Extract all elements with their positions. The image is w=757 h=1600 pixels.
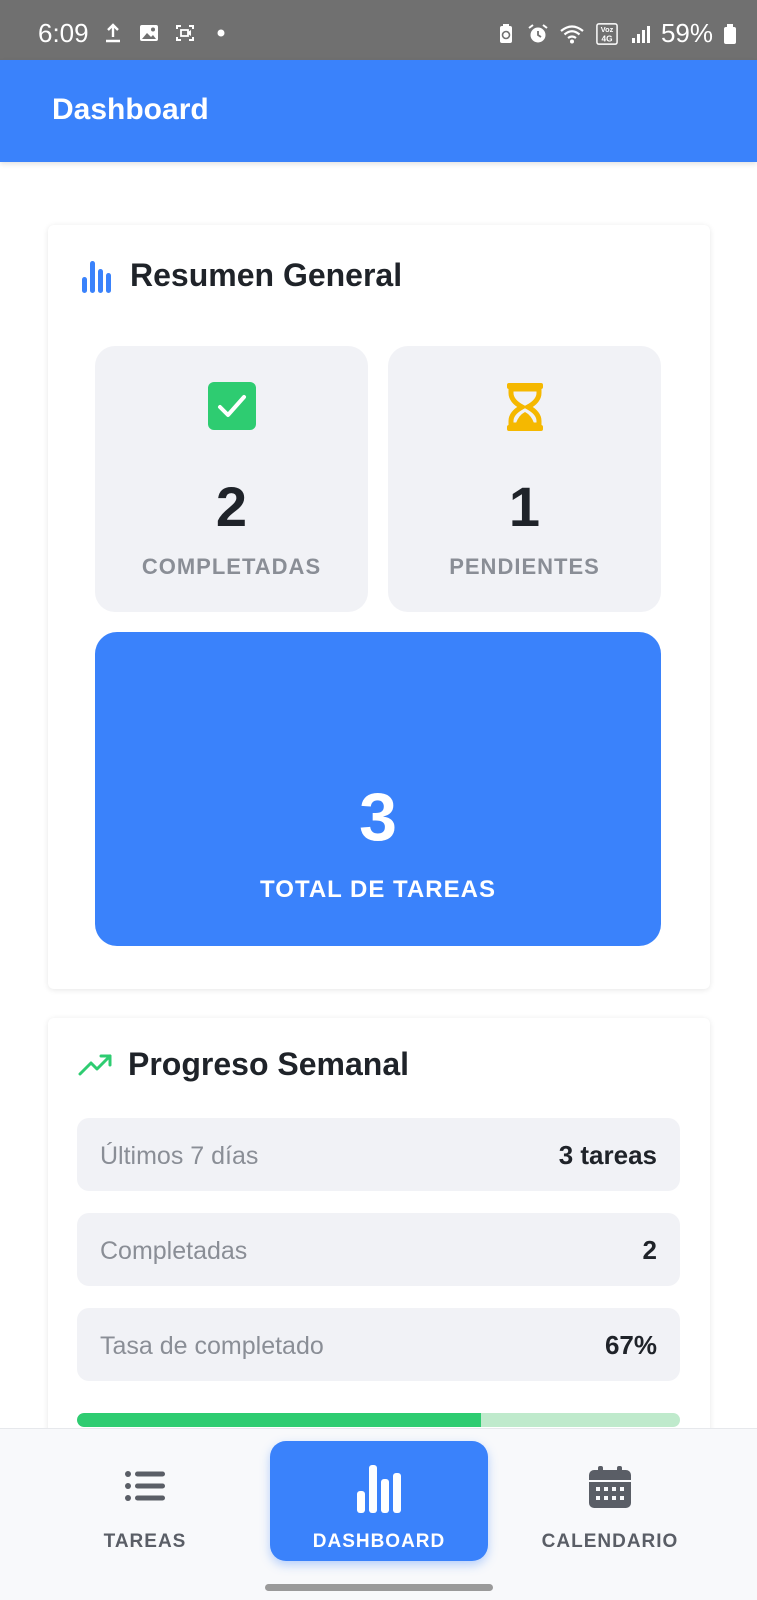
summary-heading: Resumen General (130, 256, 403, 293)
stat-row-last-7-days: Últimos 7 días 3 tareas (77, 1118, 680, 1191)
svg-text:Voz: Voz (601, 25, 614, 34)
stat-row-label: Completadas (100, 1237, 248, 1265)
bar-chart-icon (82, 261, 111, 293)
progress-header: Progreso Semanal (78, 1046, 409, 1083)
signal-icon (631, 25, 650, 43)
nav-item-tareas[interactable]: TAREAS (60, 1429, 230, 1589)
summary-card: Resumen General 2 COMPLETADAS 1 PENDIENT… (48, 225, 710, 989)
completed-count: 2 (215, 475, 248, 538)
pending-count: 1 (508, 475, 541, 538)
completed-label: COMPLETADAS (141, 554, 322, 579)
nav-item-dashboard[interactable]: DASHBOARD (270, 1441, 488, 1561)
stat-row-value: 67% (604, 1330, 657, 1360)
status-bar: 6:09 Voz 4G 59% (0, 0, 757, 60)
battery-icon (724, 23, 736, 44)
total-stat: 3 TOTAL DE TAREAS (95, 632, 661, 946)
bar-chart-icon (357, 1465, 401, 1513)
completion-progress-fill (77, 1413, 481, 1427)
summary-header: Resumen General (80, 255, 402, 295)
stat-row-label: Tasa de completado (100, 1332, 324, 1360)
home-indicator (265, 1584, 493, 1591)
battery-saver-icon (499, 23, 512, 43)
calendar-icon (589, 1466, 631, 1508)
check-square-icon (207, 382, 256, 430)
list-icon (125, 1471, 165, 1501)
status-notifications (102, 22, 232, 44)
status-system: Voz 4G 59% (495, 18, 737, 49)
bottom-navigation: TAREAS DASHBOARD CALENDARIO (0, 1428, 757, 1600)
nav-label-tareas: TAREAS (103, 1531, 187, 1552)
hourglass-icon (506, 383, 543, 431)
screen-record-icon (176, 25, 194, 41)
stat-row-value: 3 tareas (558, 1140, 657, 1170)
completion-progress-bar (77, 1413, 680, 1427)
battery-percentage: 59% (660, 18, 713, 48)
trending-up-icon (78, 1054, 112, 1075)
stat-row-value: 2 (642, 1235, 657, 1265)
weekly-progress-card: Progreso Semanal Últimos 7 días 3 tareas… (48, 1018, 710, 1438)
image-icon (140, 25, 158, 41)
progress-heading: Progreso Semanal (128, 1046, 409, 1082)
wifi-icon (560, 24, 584, 43)
app-bar: Dashboard (0, 60, 757, 162)
nav-label-dashboard: DASHBOARD (312, 1531, 446, 1552)
pending-label: PENDIENTES (449, 554, 600, 579)
alarm-icon (528, 23, 548, 42)
dot-icon (217, 29, 225, 37)
total-label: TOTAL DE TAREAS (260, 876, 496, 903)
completed-stat: 2 COMPLETADAS (95, 346, 368, 612)
nav-label-calendario: CALENDARIO (541, 1531, 679, 1552)
nav-item-calendario[interactable]: CALENDARIO (525, 1429, 695, 1589)
total-count: 3 (359, 779, 397, 855)
stat-row-completed: Completadas 2 (77, 1213, 680, 1286)
svg-text:4G: 4G (601, 34, 612, 43)
stat-row-label: Últimos 7 días (100, 1142, 259, 1170)
page-title: Dashboard (52, 93, 209, 126)
stat-row-completion-rate: Tasa de completado 67% (77, 1308, 680, 1381)
pending-stat: 1 PENDIENTES (388, 346, 661, 612)
volte-4g-icon: Voz4G (596, 22, 618, 45)
status-time: 6:09 (38, 18, 89, 48)
upload-icon (106, 23, 120, 43)
